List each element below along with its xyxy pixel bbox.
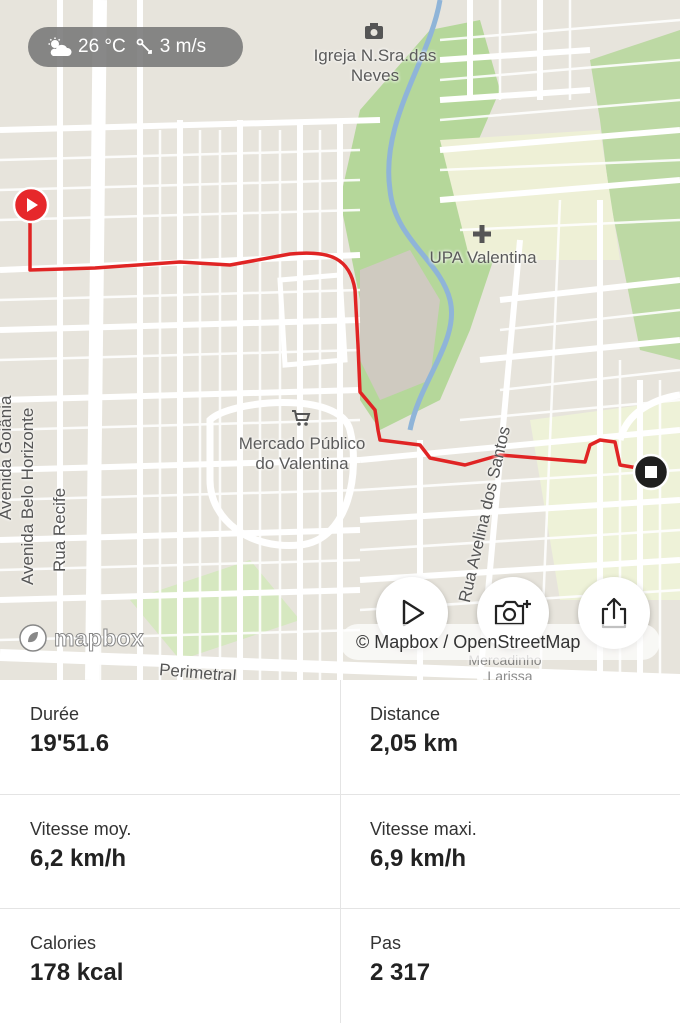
map-attribution[interactable]: © Mapbox / OpenStreetMap	[340, 624, 660, 660]
stat-label: Pas	[370, 933, 402, 953]
label-upa: UPA Valentina	[429, 248, 537, 267]
stat-value: 2,05 km	[370, 730, 459, 757]
stat-steps: Pas 2 317	[340, 909, 680, 1023]
camera-poi-icon	[365, 23, 383, 39]
map-base	[0, 0, 680, 680]
park-area	[130, 560, 300, 660]
weather-pill: 26 °C 3 m/s	[28, 27, 243, 67]
wind-icon	[136, 38, 152, 54]
stat-value: 178 kcal	[30, 959, 124, 986]
stat-value: 2 317	[370, 959, 431, 986]
stat-value: 6,9 km/h	[370, 845, 467, 872]
stat-calories: Calories 178 kcal	[0, 909, 340, 1023]
stat-label: Distance	[370, 704, 441, 724]
street-goiania: Avenida Goiânia	[0, 395, 15, 520]
stat-max-speed: Vitesse maxi. 6,9 km/h	[340, 795, 680, 909]
street-recife: Rua Recife	[50, 487, 69, 572]
start-marker-icon[interactable]	[12, 186, 50, 224]
wind-text: 3 m/s	[159, 36, 207, 57]
stat-value: 6,2 km/h	[30, 845, 127, 872]
end-marker-icon[interactable]	[632, 453, 670, 491]
label-mercado: Mercado Público do Valentina	[238, 434, 366, 473]
stat-value: 19'51.6	[30, 730, 110, 757]
stat-distance: Distance 2,05 km	[340, 680, 680, 794]
medical-cross-icon	[473, 225, 491, 243]
stat-avg-speed: Vitesse moy. 6,2 km/h	[0, 795, 340, 909]
stat-label: Durée	[30, 704, 80, 724]
stat-label: Calories	[30, 933, 97, 953]
stat-duration: Durée 19'51.6	[0, 680, 340, 794]
shopping-cart-icon	[292, 410, 311, 426]
mapbox-logo-icon	[19, 624, 47, 652]
label-larissa: Larissa	[487, 668, 533, 680]
label-igreja: Igreja N.Sra.das Neves	[313, 46, 437, 85]
street-belo-horizonte: Avenida Belo Horizonte	[18, 407, 37, 585]
mapbox-logo: mapbox	[18, 623, 144, 653]
map-view[interactable]: Igreja N.Sra.das Neves UPA Valentina Mer…	[0, 0, 680, 680]
temperature-text: 26 °C	[78, 36, 126, 57]
cloud-sun-icon	[48, 37, 72, 56]
stat-label: Vitesse maxi.	[370, 819, 477, 839]
mapbox-logo-text: mapbox	[54, 624, 145, 651]
workout-stats: Durée 19'51.6 Distance 2,05 km Vitesse m…	[0, 680, 680, 1024]
stat-label: Vitesse moy.	[30, 819, 132, 839]
